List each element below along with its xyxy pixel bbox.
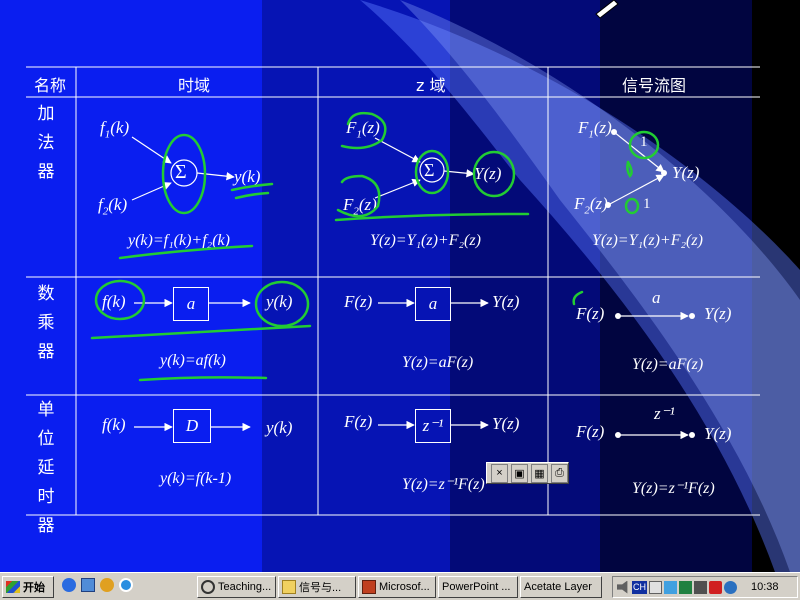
ime-icon[interactable] (649, 580, 662, 594)
taskbar: 开始 Teaching... 信号与... Microsof... PowerP… (0, 572, 800, 600)
start-button[interactable]: 开始 (2, 576, 54, 598)
task-button-3[interactable]: Microsof... (358, 576, 436, 598)
app-icon (201, 580, 215, 594)
windows-logo-icon (6, 581, 20, 593)
folder-icon (282, 580, 296, 594)
language-indicator[interactable]: CH (632, 580, 647, 594)
quick-launch (62, 578, 133, 592)
start-label: 开始 (23, 582, 45, 594)
task-button-1[interactable]: Teaching... (197, 576, 276, 598)
monitor-icon[interactable] (679, 580, 692, 594)
pen-floating-toolbar[interactable]: × ▣ ▦ ⎙ (486, 462, 569, 484)
task-button-2[interactable]: 信号与... (278, 576, 356, 598)
antivirus-icon[interactable] (709, 580, 722, 594)
powerpoint-icon (362, 580, 376, 594)
task-button-5[interactable]: Acetate Layer (520, 576, 602, 598)
network-icon[interactable] (664, 580, 677, 594)
ie-icon[interactable] (62, 578, 76, 592)
system-tray: CH 10:38 (612, 576, 798, 598)
printer-icon[interactable]: ⎙ (551, 463, 568, 483)
desktop-icon[interactable] (81, 578, 95, 592)
slide: 名称 时域 z 域 信号流图 加法器 数乘器 单位延时器 f1(k) f2(k)… (0, 0, 800, 572)
speaker-icon[interactable] (617, 580, 628, 594)
grid-icon[interactable]: ▦ (531, 463, 548, 483)
close-icon[interactable]: × (491, 463, 508, 483)
task-button-4[interactable]: PowerPoint ... (438, 576, 518, 598)
pen-cursor-icon (595, 0, 619, 19)
clock: 10:38 (751, 581, 779, 593)
globe-icon[interactable] (724, 580, 737, 594)
outlook-icon[interactable] (100, 578, 114, 592)
pen-annotations (90, 111, 660, 382)
battery-icon[interactable] (694, 580, 707, 594)
media-icon[interactable] (119, 578, 133, 592)
camera-icon[interactable]: ▣ (511, 463, 528, 483)
